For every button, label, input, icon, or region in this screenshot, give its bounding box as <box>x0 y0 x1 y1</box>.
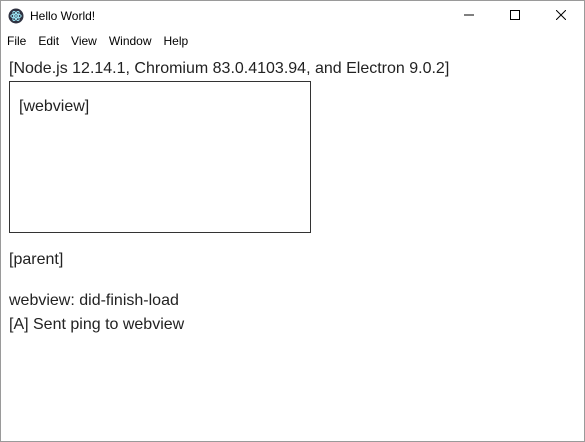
webview-label: [webview] <box>19 98 90 115</box>
minimize-button[interactable] <box>446 1 492 31</box>
page-content: [Node.js 12.14.1, Chromium 83.0.4103.94,… <box>1 58 584 337</box>
menu-window[interactable]: Window <box>103 31 158 51</box>
menu-file[interactable]: File <box>1 31 32 51</box>
maximize-icon <box>510 7 520 25</box>
minimize-icon <box>464 7 474 25</box>
menu-view[interactable]: View <box>65 31 103 51</box>
close-icon <box>555 7 567 25</box>
maximize-button[interactable] <box>492 1 538 31</box>
menu-bar: File Edit View Window Help <box>1 31 584 51</box>
menu-help[interactable]: Help <box>158 31 195 51</box>
log-line: webview: did-finish-load <box>9 292 179 309</box>
log-line: [A] Sent ping to webview <box>9 316 185 333</box>
window-title: Hello World! <box>30 9 96 23</box>
versions-text: [Node.js 12.14.1, Chromium 83.0.4103.94,… <box>9 60 450 77</box>
parent-label: [parent] <box>9 251 64 268</box>
event-log: webview: did-finish-load [A] Sent ping t… <box>9 289 576 337</box>
title-bar[interactable]: Hello World! <box>1 1 584 31</box>
app-window: Hello World! File Edit View Window Help … <box>0 0 585 442</box>
electron-logo-icon <box>8 8 24 24</box>
close-button[interactable] <box>538 1 584 31</box>
window-controls <box>446 1 584 31</box>
menu-edit[interactable]: Edit <box>32 31 65 51</box>
webview-frame[interactable]: [webview] <box>9 81 311 233</box>
